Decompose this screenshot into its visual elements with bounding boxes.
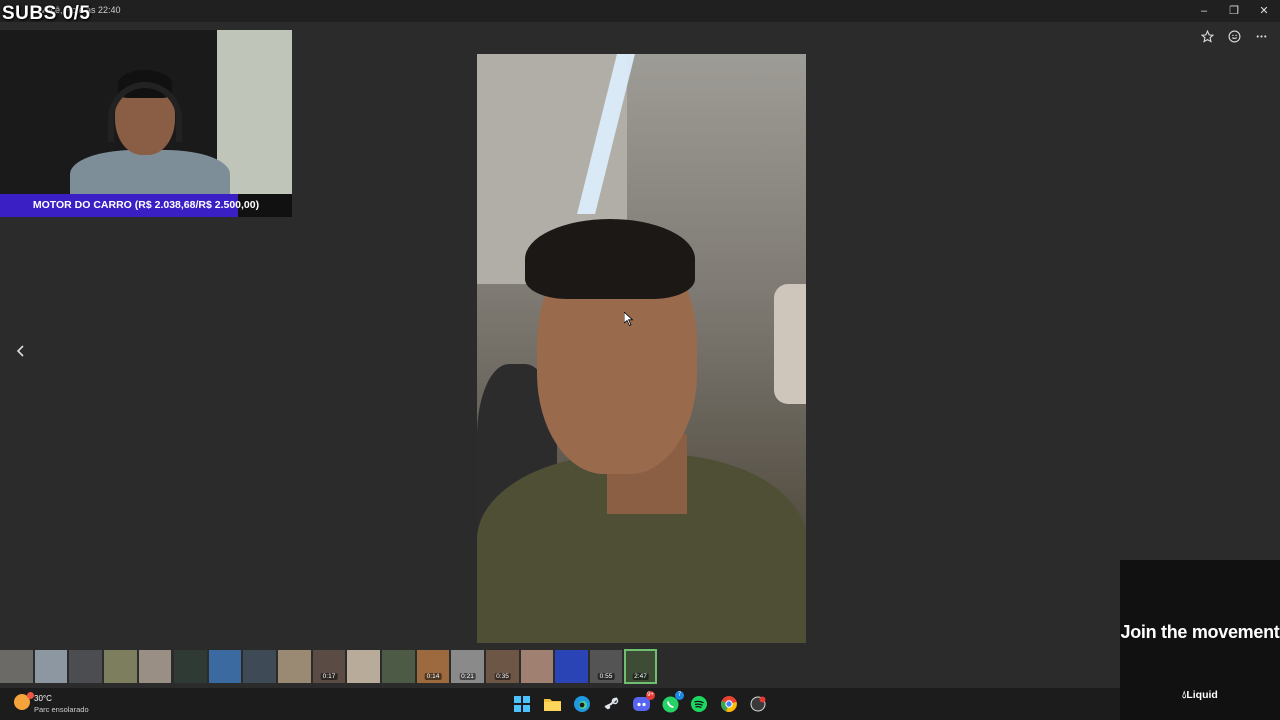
- weather-condition[interactable]: Parc ensolarado: [34, 705, 89, 714]
- webcam-feed: [0, 30, 292, 194]
- media-thumbnail[interactable]: [347, 650, 380, 683]
- ad-brand: 💧︎Liquid: [1182, 689, 1218, 701]
- goal-label: MOTOR DO CARRO (R$ 2.038,68/R$ 2.500,00): [32, 199, 260, 211]
- media-thumbnail[interactable]: [0, 650, 33, 683]
- discord-icon[interactable]: 9+: [632, 691, 655, 713]
- restore-button[interactable]: ❐: [1219, 2, 1249, 20]
- thumbnail-duration: 0:35: [494, 673, 511, 680]
- media-thumbnail[interactable]: 0:14: [417, 650, 449, 683]
- weather-temperature[interactable]: 30°C: [34, 694, 52, 703]
- discord-badge: 9+: [646, 691, 655, 700]
- whatsapp-icon[interactable]: 7: [661, 691, 684, 713]
- obs-recording-icon[interactable]: [749, 695, 767, 713]
- steam-icon[interactable]: [602, 695, 620, 713]
- media-thumbnail[interactable]: [209, 650, 241, 683]
- spotify-icon[interactable]: [690, 695, 708, 713]
- thumbnail-duration: 2:47: [632, 673, 649, 680]
- advertisement-panel[interactable]: Join the movement 💧︎Liquid: [1120, 560, 1280, 720]
- ad-brand-label: Liquid: [1186, 689, 1218, 701]
- donation-goal-bar: MOTOR DO CARRO (R$ 2.038,68/R$ 2.500,00): [0, 194, 292, 217]
- close-button[interactable]: ✕: [1249, 2, 1279, 20]
- media-thumbnail[interactable]: [174, 650, 207, 683]
- media-thumbnail[interactable]: [382, 650, 415, 683]
- media-thumbnail[interactable]: [104, 650, 137, 683]
- previous-arrow-icon[interactable]: [14, 343, 28, 359]
- media-thumbnail[interactable]: [139, 650, 171, 683]
- thumbnail-duration: 0:17: [320, 673, 338, 680]
- weather-icon[interactable]: [14, 692, 34, 710]
- viewer-actions: [1199, 28, 1270, 45]
- thumbnail-duration: 0:21: [459, 673, 476, 680]
- whatsapp-badge: 7: [675, 691, 684, 700]
- title-bar: Você, Hoje às 22:40 – ❐ ✕: [0, 0, 1280, 22]
- file-explorer-icon[interactable]: [543, 695, 561, 713]
- windows-start-icon[interactable]: [513, 695, 531, 713]
- media-filmstrip: 0:17 0:14 0:21 0:35 0:55 2:47: [0, 649, 660, 684]
- star-icon[interactable]: [1199, 28, 1216, 45]
- media-thumbnail[interactable]: [555, 650, 588, 683]
- media-thumbnail[interactable]: 0:55: [590, 650, 622, 683]
- edge-browser-icon[interactable]: [573, 695, 591, 713]
- media-thumbnail[interactable]: [69, 650, 102, 683]
- subs-counter: SUBS 0/5: [2, 3, 91, 24]
- minimize-button[interactable]: –: [1189, 2, 1219, 20]
- media-thumbnail[interactable]: [278, 650, 311, 683]
- main-media-viewer: [477, 54, 806, 643]
- media-thumbnail[interactable]: 0:35: [486, 650, 519, 683]
- media-thumbnail[interactable]: 0:17: [313, 650, 345, 683]
- more-options-icon[interactable]: [1253, 28, 1270, 45]
- media-thumbnail[interactable]: 0:21: [451, 650, 484, 683]
- media-thumbnail-selected[interactable]: 2:47: [624, 649, 657, 684]
- mouse-cursor-icon: [623, 311, 634, 327]
- ad-headline: Join the movement: [1120, 622, 1280, 642]
- emoji-icon[interactable]: [1226, 28, 1243, 45]
- media-thumbnail[interactable]: [521, 650, 553, 683]
- thumbnail-duration: 0:14: [424, 673, 442, 680]
- media-thumbnail[interactable]: [35, 650, 67, 683]
- thumbnail-duration: 0:55: [597, 673, 615, 680]
- chrome-icon[interactable]: [720, 695, 738, 713]
- media-thumbnail[interactable]: [243, 650, 276, 683]
